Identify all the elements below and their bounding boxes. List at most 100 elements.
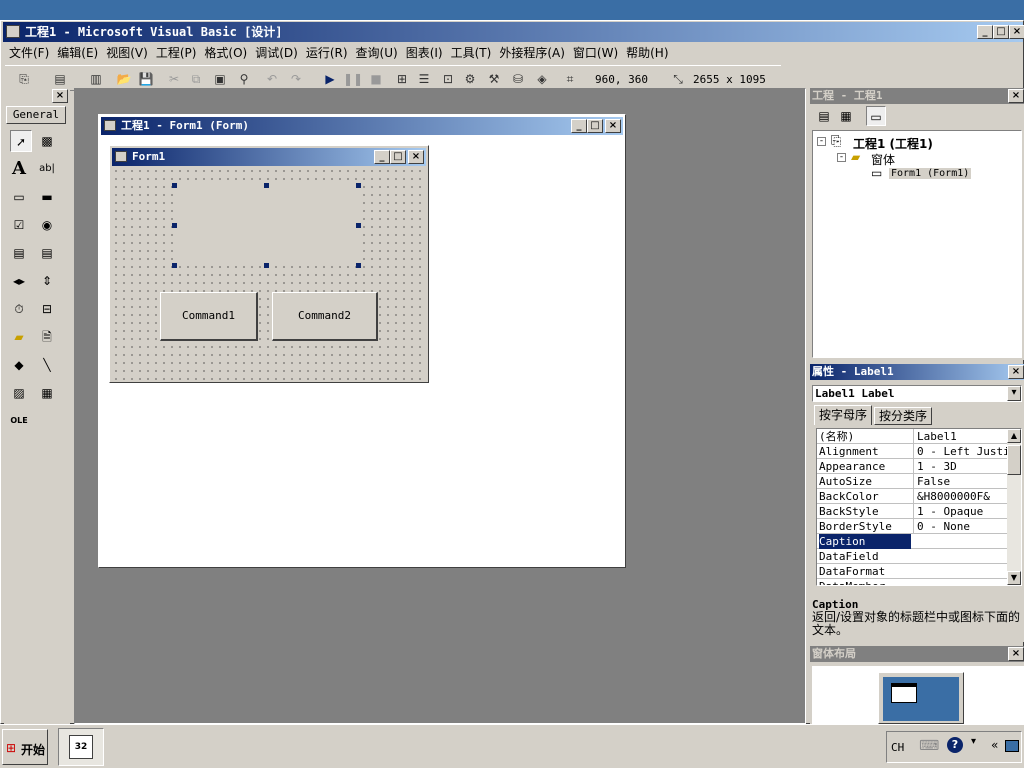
picturebox-tool-icon[interactable]: ▩ — [36, 130, 58, 152]
paste-icon[interactable]: ▣ — [211, 70, 229, 88]
hscrollbar-tool-icon[interactable]: ◂▸ — [8, 270, 30, 292]
property-row[interactable]: DataField — [817, 549, 1007, 564]
form1-close-button[interactable]: × — [408, 150, 424, 164]
drivelistbox-tool-icon[interactable]: ⊟ — [36, 298, 58, 320]
property-value[interactable]: 1 - Opaque — [913, 504, 1007, 519]
ole-tool-icon[interactable]: OLE — [8, 410, 30, 432]
main-title-bar[interactable]: 工程1 - Microsoft Visual Basic [设计] _ □ × — [3, 22, 1024, 42]
form-layout-close-button[interactable]: × — [1008, 647, 1024, 661]
vscrollbar-tool-icon[interactable]: ⇕ — [36, 270, 58, 292]
options-icon[interactable]: ▾ — [971, 736, 976, 747]
property-value[interactable]: Label1 — [913, 429, 1007, 444]
checkbox-tool-icon[interactable]: ☑ — [8, 214, 30, 236]
properties-close-button[interactable]: × — [1008, 365, 1024, 379]
label1-control[interactable] — [174, 185, 360, 265]
scroll-thumb[interactable] — [1007, 445, 1021, 475]
selection-handle[interactable] — [356, 183, 361, 188]
start-button[interactable]: ⊞ 开始 — [2, 729, 48, 765]
expand-tray-icon[interactable]: « — [991, 738, 998, 752]
property-value[interactable]: False — [913, 474, 1007, 489]
tab-alphabetic[interactable]: 按字母序 — [814, 405, 872, 425]
menu-item[interactable]: 帮助(H) — [622, 43, 672, 63]
menu-editor-icon[interactable]: ▥ — [87, 70, 105, 88]
pointer-tool-icon[interactable]: ➚ — [10, 130, 32, 152]
break-icon[interactable]: ❚❚ — [343, 70, 363, 88]
menu-item[interactable]: 文件(F) — [5, 43, 53, 63]
label-tool-icon[interactable]: A — [8, 158, 30, 180]
project-explorer-close-button[interactable]: × — [1008, 89, 1024, 103]
menu-item[interactable]: 查询(U) — [352, 43, 402, 63]
properties-icon[interactable]: ☰ — [415, 70, 433, 88]
project-explorer-icon[interactable]: ⊞ — [393, 70, 411, 88]
form-layout-icon[interactable]: ⊡ — [439, 70, 457, 88]
view-object-icon[interactable]: ▦ — [836, 106, 856, 126]
scroll-down-icon[interactable]: ▼ — [1007, 571, 1021, 585]
vb-task-button[interactable]: 32 — [58, 728, 104, 766]
menu-item[interactable]: 窗口(W) — [569, 43, 622, 63]
menu-item[interactable]: 工程(P) — [152, 43, 201, 63]
menu-item[interactable]: 工具(T) — [447, 43, 496, 63]
menu-item[interactable]: 格式(O) — [200, 43, 251, 63]
keyboard-icon[interactable]: ⌨ — [919, 738, 939, 754]
property-row[interactable]: AutoSize False — [817, 474, 1007, 489]
selection-handle[interactable] — [172, 263, 177, 268]
close-button[interactable]: × — [1009, 25, 1024, 39]
property-row[interactable]: BorderStyle 0 - None — [817, 519, 1007, 534]
toolbox-general-tab[interactable]: General — [6, 106, 66, 124]
property-value[interactable]: 0 - None — [913, 519, 1007, 534]
data-tool-icon[interactable]: ▦ — [36, 382, 58, 404]
view-code-icon[interactable]: ▤ — [814, 106, 834, 126]
project-root-label[interactable]: 工程1 (工程1) — [853, 135, 933, 152]
listbox-tool-icon[interactable]: ▤ — [36, 242, 58, 264]
selection-handle[interactable] — [356, 263, 361, 268]
property-value[interactable]: &H8000000F& — [913, 489, 1007, 504]
find-icon[interactable]: ⚲ — [235, 70, 253, 88]
object-dropdown[interactable]: Label1 Label ▾ — [812, 385, 1022, 402]
frame-tool-icon[interactable]: ▭ — [8, 186, 30, 208]
form1[interactable]: Form1 _ □ × Command1 Command2 — [109, 145, 429, 383]
selection-handle[interactable] — [172, 223, 177, 228]
component-manager-icon[interactable]: ◈ — [533, 70, 551, 88]
menu-item[interactable]: 编辑(E) — [53, 43, 102, 63]
menu-item[interactable]: 外接程序(A) — [495, 43, 569, 63]
designer-title-bar[interactable]: 工程1 - Form1 (Form) _ □ × — [101, 117, 623, 135]
form-position-preview[interactable] — [891, 683, 917, 703]
menu-item[interactable]: 视图(V) — [102, 43, 152, 63]
minimize-button[interactable]: _ — [977, 25, 993, 39]
open-icon[interactable]: 📂 — [115, 70, 133, 88]
form1-client-area[interactable]: Command1 Command2 — [112, 167, 426, 380]
add-project-icon[interactable]: ⎘ — [15, 70, 33, 88]
selection-handle[interactable] — [264, 263, 269, 268]
tab-categorized[interactable]: 按分类序 — [874, 407, 932, 425]
property-row[interactable]: DataFormat — [817, 564, 1007, 579]
combobox-tool-icon[interactable]: ▤ — [8, 242, 30, 264]
data-view-icon[interactable]: ⛁ — [509, 70, 527, 88]
command1-button[interactable]: Command1 — [160, 292, 258, 341]
dirlistbox-tool-icon[interactable]: ▰ — [8, 326, 30, 348]
toolbox-icon[interactable]: ⚒ — [485, 70, 503, 88]
help-icon[interactable]: ? — [947, 737, 963, 753]
selection-handle[interactable] — [264, 183, 269, 188]
designer-minimize-button[interactable]: _ — [571, 119, 587, 133]
object-browser-icon[interactable]: ⚙ — [461, 70, 479, 88]
property-value[interactable]: 0 - Left Justify — [913, 444, 1007, 459]
scroll-up-icon[interactable]: ▲ — [1007, 429, 1021, 443]
properties-title-bar[interactable]: 属性 - Label1 × — [810, 364, 1024, 380]
command2-button[interactable]: Command2 — [272, 292, 378, 341]
cut-icon[interactable]: ✂ — [165, 70, 183, 88]
tree-collapse-icon[interactable]: - — [837, 153, 846, 162]
property-row[interactable]: BackStyle 1 - Opaque — [817, 504, 1007, 519]
designer-close-button[interactable]: × — [605, 119, 621, 133]
textbox-tool-icon[interactable]: ab| — [36, 158, 58, 180]
optionbutton-tool-icon[interactable]: ◉ — [36, 214, 58, 236]
undo-icon[interactable]: ↶ — [263, 70, 281, 88]
filelistbox-tool-icon[interactable]: 🗎 — [36, 326, 58, 348]
form-layout-title-bar[interactable]: 窗体布局 × — [810, 646, 1024, 662]
property-row[interactable]: DataMember — [817, 579, 1007, 585]
project-explorer-title-bar[interactable]: 工程 - 工程1 × — [810, 88, 1024, 104]
form1-minimize-button[interactable]: _ — [374, 150, 390, 164]
image-tool-icon[interactable]: ▨ — [8, 382, 30, 404]
chevron-down-icon[interactable]: ▾ — [1007, 386, 1021, 401]
line-tool-icon[interactable]: ╲ — [36, 354, 58, 376]
redo-icon[interactable]: ↷ — [287, 70, 305, 88]
